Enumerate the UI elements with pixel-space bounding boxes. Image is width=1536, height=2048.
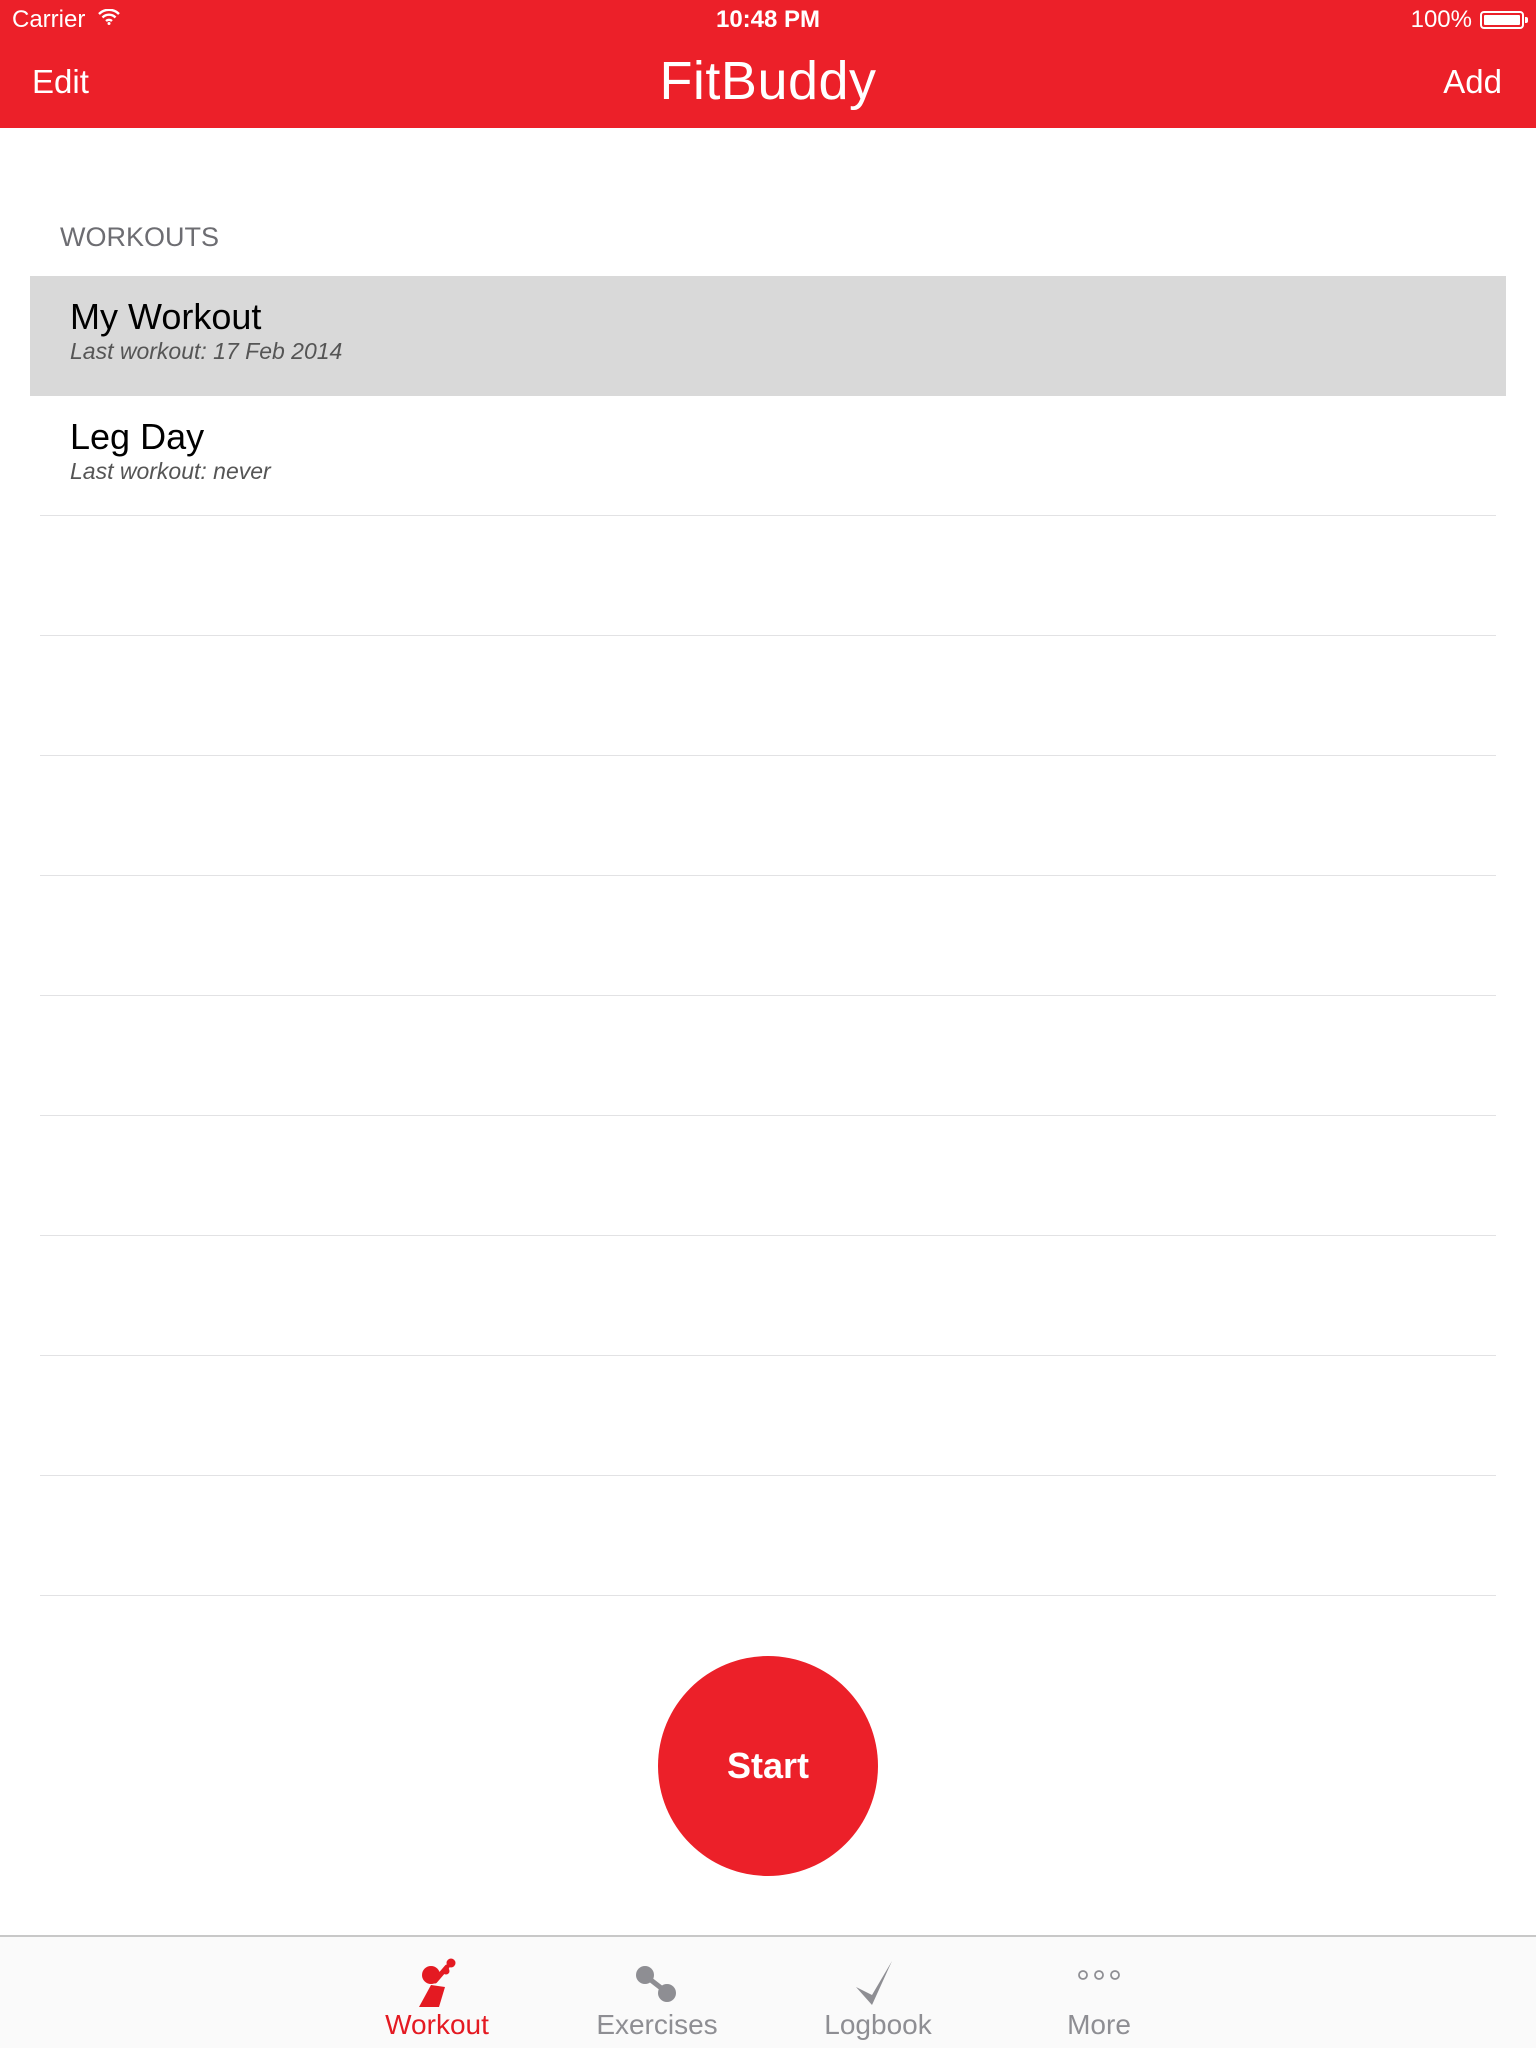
empty-row	[30, 1476, 1506, 1596]
dumbbell-icon	[627, 1957, 687, 2017]
navigation-bar: Carrier 10:48 PM 100% Edit FitBuddy Add	[0, 0, 1536, 128]
empty-row	[30, 636, 1506, 756]
tab-logbook[interactable]: Logbook	[803, 1937, 953, 2048]
empty-row	[30, 876, 1506, 996]
app-title: FitBuddy	[659, 51, 877, 111]
workout-last-date: Last workout: never	[70, 458, 271, 484]
empty-row	[30, 756, 1506, 876]
tab-workout[interactable]: Workout	[362, 1937, 512, 2048]
workout-title: My Workout	[70, 296, 262, 337]
workout-last-date: Last workout: 17 Feb 2014	[70, 338, 343, 364]
tab-more[interactable]: More	[1024, 1937, 1174, 2048]
tab-more-label: More	[1067, 2009, 1131, 2040]
workout-row-leg-day[interactable]: Leg Day Last workout: never	[30, 396, 1506, 516]
empty-row	[30, 516, 1506, 636]
clock-label: 10:48 PM	[715, 6, 821, 33]
add-button[interactable]: Add	[1443, 63, 1502, 101]
start-button[interactable]: Start	[658, 1656, 878, 1876]
tab-exercises-label: Exercises	[596, 2009, 718, 2040]
empty-row	[30, 1116, 1506, 1236]
empty-row	[30, 1356, 1506, 1476]
tab-exercises[interactable]: Exercises	[582, 1937, 732, 2048]
tab-workout-label: Workout	[385, 2009, 489, 2040]
workout-row-my-workout[interactable]: My Workout Last workout: 17 Feb 2014	[30, 276, 1506, 396]
workouts-list: My Workout Last workout: 17 Feb 2014 Leg…	[30, 276, 1506, 1596]
workout-figure-icon	[407, 1957, 467, 2017]
battery-percent-label: 100%	[1410, 6, 1472, 33]
battery-icon	[1480, 11, 1528, 29]
checkmark-icon	[848, 1957, 908, 2017]
workout-title: Leg Day	[70, 416, 205, 457]
more-dots-icon	[1069, 1957, 1129, 2017]
tab-bar: Workout Exercises Logbook More	[0, 1935, 1536, 2048]
empty-row	[30, 996, 1506, 1116]
empty-row	[30, 1236, 1506, 1356]
workouts-section-header: WORKOUTS	[60, 222, 219, 252]
battery-indicator: 100%	[1410, 6, 1528, 34]
tab-logbook-label: Logbook	[824, 2009, 932, 2040]
